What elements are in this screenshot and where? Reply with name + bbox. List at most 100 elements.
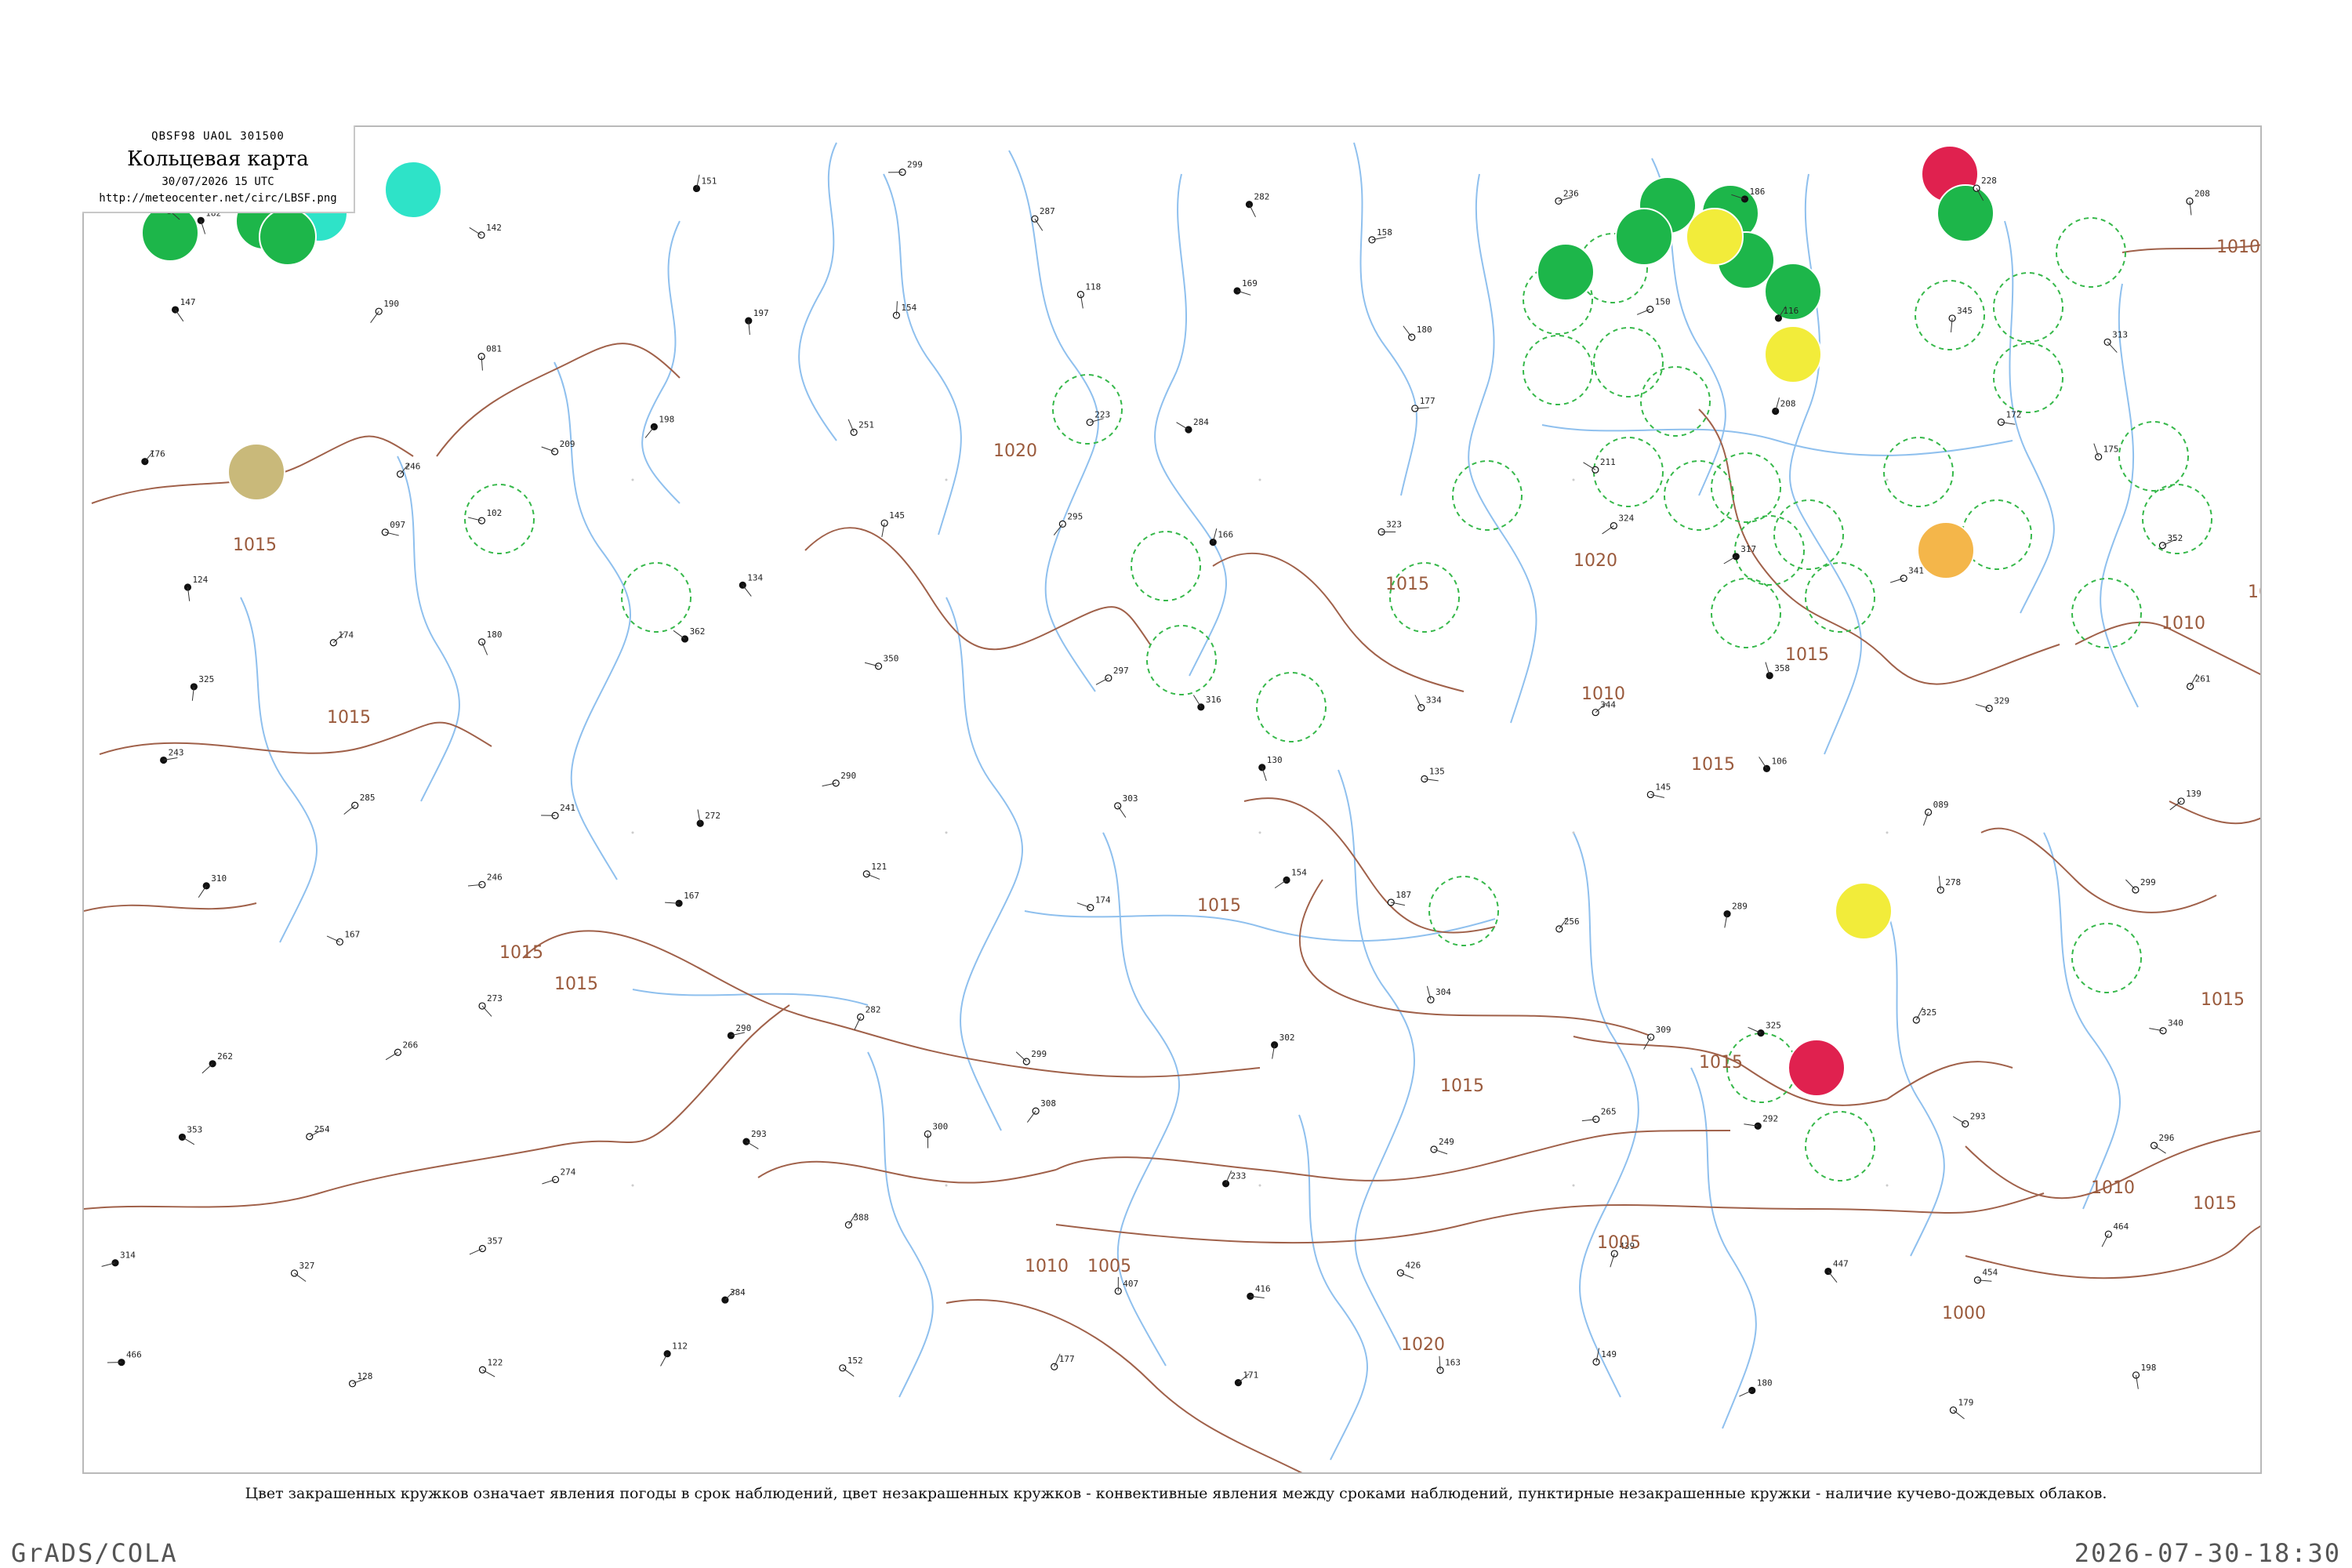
station-pressure: 352 (2167, 533, 2183, 543)
isobar-label: 1010 (1025, 1257, 1069, 1276)
weather-marker-haze (227, 443, 285, 501)
station-plot: 246 (467, 872, 503, 888)
wind-barb (2101, 1233, 2109, 1247)
station-pressure: 407 (1123, 1279, 1138, 1289)
station-circle (1610, 522, 1617, 530)
station-pressure: 142 (486, 223, 502, 233)
wind-barb (385, 1051, 398, 1061)
isobar-label: 1015 (233, 535, 277, 555)
wind-barb (1828, 1271, 1838, 1283)
station-pressure: 116 (1783, 306, 1798, 316)
station-pressure: 292 (1762, 1113, 1778, 1123)
station-plot: 466 (107, 1350, 142, 1367)
station-plot: 289 (1723, 902, 1748, 928)
station-pressure: 241 (560, 803, 575, 813)
station-pressure: 262 (217, 1051, 233, 1062)
station-plot: 316 (1192, 695, 1221, 711)
station-plot: 261 (2186, 673, 2211, 691)
station-plot: 179 (1949, 1398, 1973, 1420)
station-pressure: 211 (1600, 457, 1616, 467)
station-pressure: 296 (2159, 1133, 2175, 1143)
isobar-label: 1010 (2091, 1178, 2135, 1198)
station-plot: 187 (1387, 890, 1411, 906)
station-circle (375, 307, 383, 315)
station-pressure: 454 (1982, 1268, 1998, 1278)
station-pressure: 169 (1242, 278, 1258, 289)
station-plot: 167 (665, 891, 699, 907)
station-plot: 198 (644, 414, 674, 438)
station-plot: 154 (892, 301, 917, 319)
weather-marker-fog (1917, 521, 1975, 579)
station-plot: 303 (1114, 793, 1138, 818)
station-plot: 464 (2101, 1221, 2129, 1247)
station-pressure: 426 (1405, 1261, 1421, 1271)
station-pressure: 150 (1655, 296, 1671, 307)
station-pressure: 151 (702, 176, 717, 186)
station-plot: 300 (924, 1121, 948, 1149)
station-plot: 208 (1772, 397, 1796, 416)
wind-barb (370, 310, 379, 324)
wind-barb (842, 1367, 855, 1377)
station-plot: 293 (1953, 1112, 1986, 1128)
station-pressure: 261 (2195, 674, 2211, 684)
station-plot: 118 (1076, 282, 1101, 309)
wind-barb (1643, 1036, 1652, 1050)
station-plot: 121 (862, 862, 887, 880)
station-plot: 152 (839, 1356, 863, 1377)
station-plot: 285 (343, 793, 376, 815)
weather-marker-rain (259, 208, 317, 266)
station-pressure: 190 (383, 299, 399, 309)
source-url[interactable]: http://meteocenter.net/circ/LBSF.png (82, 192, 354, 205)
isobar-label: 1000 (1942, 1304, 1986, 1323)
station-pressure: 208 (2194, 189, 2210, 199)
station-plot: 314 (101, 1250, 136, 1267)
station-plot: 163 (1436, 1356, 1461, 1374)
station-plot: 149 (1592, 1348, 1617, 1366)
station-pressure: 278 (1945, 877, 1961, 887)
station-pressure: 314 (120, 1250, 136, 1261)
wind-barb (660, 1353, 668, 1367)
isobar-label: 1015 (1385, 575, 1429, 594)
station-pressure: 464 (2113, 1221, 2129, 1232)
isobar-label: 1010 (1581, 684, 1625, 704)
station-pressure: 317 (1740, 544, 1756, 554)
isobar-label: 1015 (1197, 896, 1241, 916)
station-plot: 262 (201, 1051, 233, 1074)
station-pressure: 149 (1601, 1349, 1617, 1359)
station-pressure: 254 (314, 1124, 330, 1134)
station-plot: 158 (1368, 227, 1392, 244)
station-pressure: 290 (840, 771, 856, 781)
station-plot: 352 (2158, 533, 2183, 550)
station-pressure: 334 (1426, 695, 1442, 706)
isobar-label: 1020 (1401, 1335, 1445, 1355)
station-pressure: 299 (1031, 1049, 1047, 1059)
convective-outlines (464, 217, 2212, 1181)
station-plot: 304 (1426, 985, 1451, 1004)
station-pressure: 388 (853, 1212, 869, 1222)
station-plot: 256 (1555, 916, 1580, 933)
weather-marker-rain (1936, 184, 1994, 242)
station-pressure: 353 (187, 1124, 202, 1134)
station-pressure: 175 (2103, 445, 2119, 455)
station-plot: 145 (1646, 782, 1671, 799)
station-pressure: 118 (1085, 282, 1101, 292)
station-plot: 198 (2132, 1363, 2156, 1389)
isobar-label: 1015 (2248, 583, 2262, 602)
station-circle (692, 184, 701, 193)
footer-timestamp: 2026-07-30-18:30 (2074, 1538, 2341, 1568)
station-circle (1245, 201, 1254, 209)
station-pressure: 197 (753, 308, 769, 318)
station-pressure: 249 (1439, 1137, 1454, 1147)
station-plot: 176 (141, 449, 165, 466)
station-pressure: 341 (1908, 566, 1924, 576)
station-pressure: 447 (1833, 1259, 1849, 1269)
map-title: Кольцевая карта (127, 147, 309, 171)
station-pressure: 324 (1618, 514, 1634, 524)
station-pressure: 282 (1254, 192, 1269, 202)
station-plot: 299 (888, 160, 923, 176)
wind-barb (469, 227, 482, 236)
station-circle (478, 638, 486, 646)
wind-barb (2125, 879, 2136, 891)
station-plot: 362 (673, 626, 705, 643)
station-pressure: 147 (180, 297, 196, 307)
